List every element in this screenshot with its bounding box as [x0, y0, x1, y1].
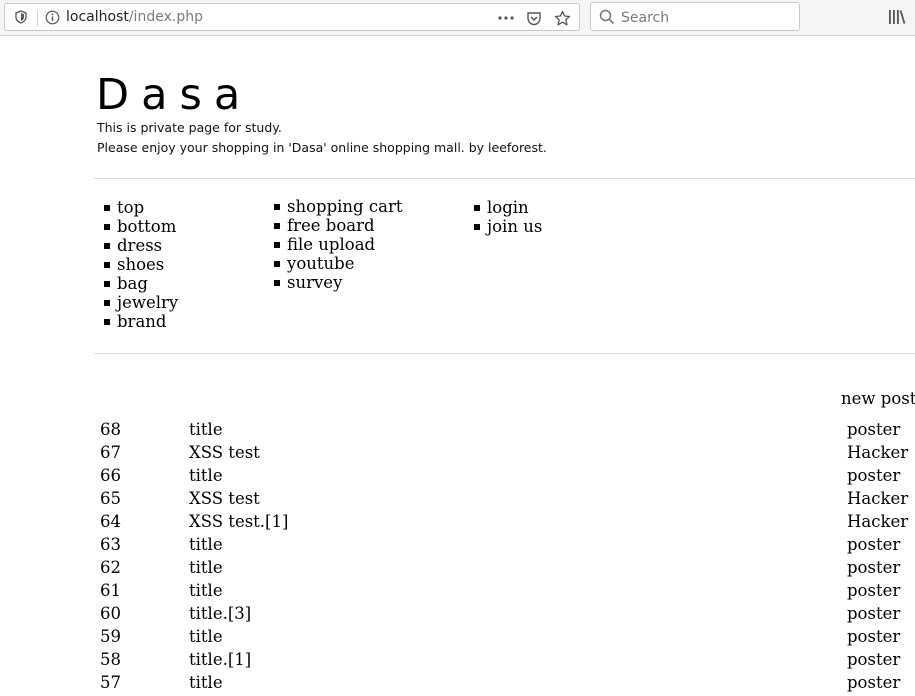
post-number: 68 [100, 420, 121, 439]
url-text[interactable]: localhost/index.php [66, 9, 203, 25]
url-actions [497, 9, 571, 27]
table-row: 58 title.[1] poster [97, 648, 915, 671]
post-title-link[interactable]: title.[1] [189, 648, 251, 671]
menu-item-login[interactable]: login [467, 198, 542, 217]
post-title-link[interactable]: XSS test.[1] [189, 510, 288, 533]
post-number: 66 [100, 466, 121, 485]
post-author: poster [847, 420, 901, 439]
divider-top [94, 178, 915, 179]
post-title-link[interactable]: title [189, 533, 223, 556]
menu-item-top[interactable]: top [97, 198, 178, 217]
table-row: 65 XSS test Hacker [97, 487, 915, 510]
menu-item-file-upload[interactable]: file upload [267, 235, 402, 254]
menu-item-bag[interactable]: bag [97, 274, 178, 293]
tagline-line-1: This is private page for study. [97, 120, 282, 135]
table-row: 59 title poster [97, 625, 915, 648]
post-author: poster [847, 627, 901, 646]
table-row: 57 title poster [97, 671, 915, 694]
menu-item-jewelry[interactable]: jewelry [97, 293, 178, 312]
table-row: 68 title poster [97, 418, 915, 441]
menu-item-shoes[interactable]: shoes [97, 255, 178, 274]
search-input[interactable] [619, 7, 793, 29]
tagline-line-2: Please enjoy your shopping in 'Dasa' onl… [97, 140, 547, 155]
feature-menu: shopping cart free board file upload you… [267, 197, 402, 292]
star-icon[interactable] [553, 9, 571, 27]
table-row: 60 title.[3] poster [97, 602, 915, 625]
post-author: Hacker [847, 443, 909, 462]
menu-item-survey[interactable]: survey [267, 273, 402, 292]
library-icon[interactable] [888, 9, 906, 25]
info-icon[interactable] [45, 10, 60, 25]
url-path: /index.php [128, 9, 203, 25]
menu-item-join-us[interactable]: join us [467, 217, 542, 236]
divider-bottom [94, 353, 915, 354]
post-number: 61 [100, 581, 121, 600]
post-title-link[interactable]: title [189, 418, 223, 441]
post-author: poster [847, 535, 901, 554]
table-row: 67 XSS test Hacker [97, 441, 915, 464]
address-separator [37, 10, 38, 26]
post-number: 58 [100, 650, 121, 669]
post-author: Hacker [847, 489, 909, 508]
post-number: 65 [100, 489, 121, 508]
post-title-link[interactable]: title [189, 464, 223, 487]
new-post-link[interactable]: new post [841, 389, 915, 408]
category-menu: top bottom dress shoes bag jewelry brand [97, 198, 178, 331]
post-author: poster [847, 466, 901, 485]
menu-item-dress[interactable]: dress [97, 236, 178, 255]
post-number: 67 [100, 443, 121, 462]
search-icon [599, 9, 615, 25]
menu-item-bottom[interactable]: bottom [97, 217, 178, 236]
post-number: 59 [100, 627, 121, 646]
post-title-link[interactable]: title [189, 579, 223, 602]
post-number: 64 [100, 512, 121, 531]
post-title-link[interactable]: title.[3] [189, 602, 251, 625]
post-number: 60 [100, 604, 121, 623]
table-row: 62 title poster [97, 556, 915, 579]
more-dots-icon[interactable] [497, 9, 515, 27]
site-logo[interactable]: Dasa [96, 71, 252, 119]
post-author: poster [847, 604, 901, 623]
shield-icon[interactable] [14, 10, 28, 24]
url-host: localhost [66, 9, 129, 25]
post-author: poster [847, 650, 901, 669]
post-author: poster [847, 558, 901, 577]
post-title-link[interactable]: title [189, 625, 223, 648]
menu-item-brand[interactable]: brand [97, 312, 178, 331]
post-number: 62 [100, 558, 121, 577]
search-box[interactable] [590, 2, 800, 31]
address-bar[interactable]: localhost/index.php [4, 3, 580, 31]
account-menu: login join us [467, 198, 542, 236]
pocket-icon[interactable] [525, 9, 543, 27]
board-list: 68 title poster 67 XSS test Hacker 66 ti… [97, 418, 915, 694]
menu-item-free-board[interactable]: free board [267, 216, 402, 235]
table-row: 66 title poster [97, 464, 915, 487]
post-title-link[interactable]: title [189, 671, 223, 694]
post-number: 57 [100, 673, 121, 692]
post-author: poster [847, 581, 901, 600]
post-title-link[interactable]: XSS test [189, 441, 260, 464]
menu-item-shopping-cart[interactable]: shopping cart [267, 197, 402, 216]
browser-toolbar: localhost/index.php [0, 0, 915, 36]
table-row: 61 title poster [97, 579, 915, 602]
post-author: poster [847, 673, 901, 692]
post-title-link[interactable]: XSS test [189, 487, 260, 510]
menu-item-youtube[interactable]: youtube [267, 254, 402, 273]
post-number: 63 [100, 535, 121, 554]
post-title-link[interactable]: title [189, 556, 223, 579]
post-author: Hacker [847, 512, 909, 531]
table-row: 63 title poster [97, 533, 915, 556]
page-content: Dasa This is private page for study. Ple… [0, 37, 915, 696]
table-row: 64 XSS test.[1] Hacker [97, 510, 915, 533]
